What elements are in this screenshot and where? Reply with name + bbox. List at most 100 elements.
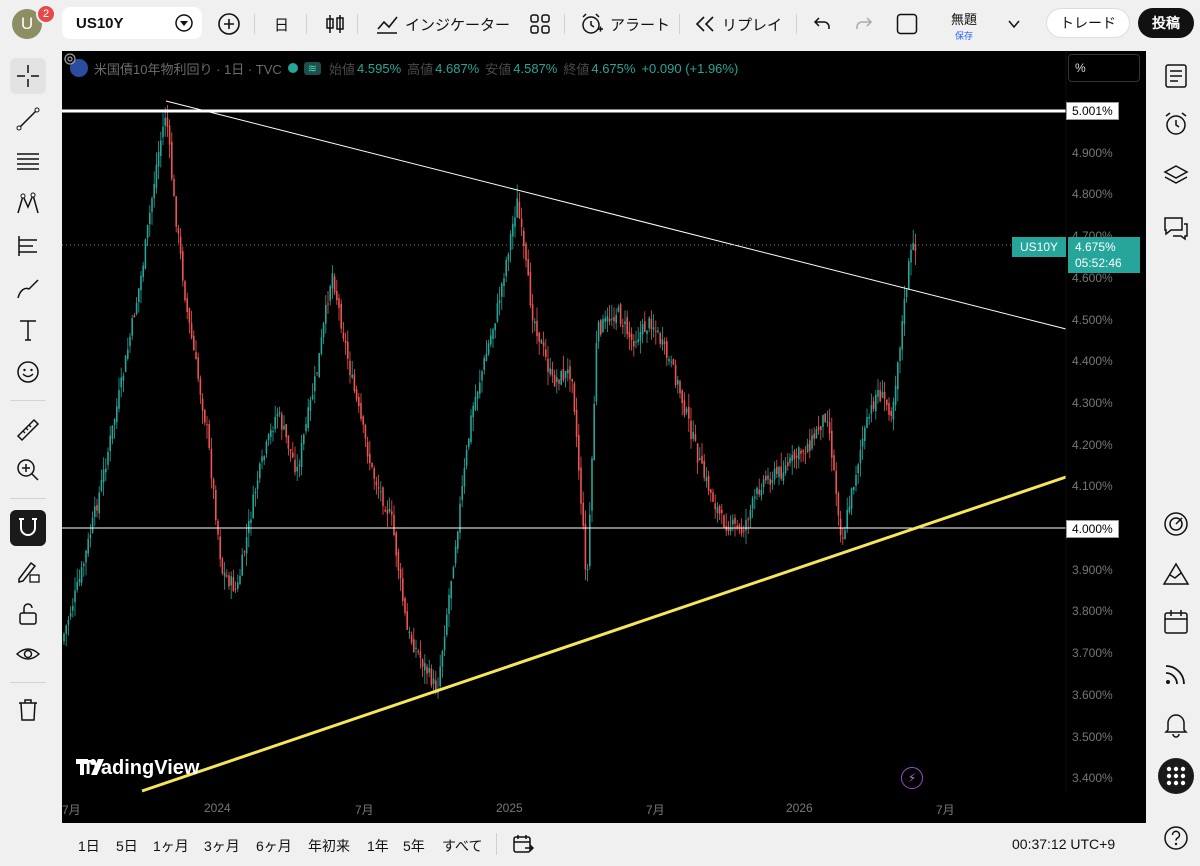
magnet-tool[interactable] — [10, 510, 46, 546]
emoji-tool[interactable] — [10, 354, 46, 390]
templates-button[interactable] — [530, 0, 550, 48]
candle-body — [496, 303, 499, 322]
resistance-trendline[interactable] — [165, 100, 1067, 330]
lightning-icon[interactable]: ⚡ — [901, 767, 923, 789]
candle-body — [824, 413, 826, 422]
range-5d[interactable]: 5日 — [116, 836, 138, 856]
chevron-down-icon — [1008, 20, 1020, 29]
candle-body — [892, 401, 895, 420]
candle-body — [670, 361, 672, 363]
layout-name[interactable]: 無題 保存 — [946, 9, 982, 42]
range-ytd[interactable]: 年初来 — [308, 836, 350, 856]
candle-body — [329, 286, 331, 301]
forecast-tool[interactable] — [10, 228, 46, 264]
price-tick-label: 3.700% — [1072, 646, 1113, 661]
wave-icon[interactable]: ≋ — [303, 61, 322, 75]
scale-mode-button[interactable]: % — [1068, 54, 1140, 82]
fullscreen-button[interactable] — [896, 0, 918, 48]
trendline-tool[interactable] — [10, 101, 46, 137]
range-5y[interactable]: 5年 — [403, 836, 425, 856]
pattern-tool[interactable] — [10, 186, 46, 222]
help-button[interactable] — [1160, 822, 1192, 854]
undo-button[interactable] — [812, 0, 832, 48]
candle-body — [289, 449, 292, 451]
candle-body — [322, 323, 325, 338]
candle-body — [525, 243, 527, 261]
candle-body — [102, 469, 105, 483]
news-feed-button[interactable] — [1160, 658, 1192, 690]
candle-body — [276, 413, 279, 417]
post-button[interactable]: 投稿 — [1138, 8, 1194, 38]
candle-body — [485, 353, 488, 362]
symbol-search[interactable]: US10Y — [62, 7, 202, 39]
delete-tool[interactable] — [10, 692, 46, 728]
range-all[interactable]: すべて — [442, 836, 482, 856]
fib-tool[interactable] — [10, 143, 46, 179]
goto-date-button[interactable] — [512, 833, 535, 858]
calendar-button[interactable] — [1160, 606, 1192, 638]
lock-drawings-tool[interactable] — [10, 554, 46, 590]
range-1d[interactable]: 1日 — [78, 836, 100, 856]
layout-menu-button[interactable] — [1008, 0, 1020, 48]
trade-button[interactable]: トレード — [1046, 8, 1130, 38]
candle-body — [234, 588, 237, 590]
chart-type-button[interactable] — [324, 0, 346, 48]
alarm-clock-icon — [582, 13, 603, 34]
notifications-button[interactable] — [1160, 708, 1192, 740]
alerts-panel-button[interactable] — [1160, 108, 1192, 140]
candle-body — [105, 468, 107, 473]
candle-body — [657, 330, 659, 333]
candle-body — [327, 303, 329, 305]
technicals-button[interactable] — [1160, 508, 1192, 540]
chart-canvas[interactable] — [62, 51, 1146, 823]
candle-body — [908, 261, 910, 290]
more-apps-button[interactable] — [1158, 758, 1194, 794]
candle-body — [622, 325, 624, 327]
candle-body — [338, 298, 340, 308]
ideas-button[interactable] — [1160, 558, 1192, 590]
candle-body — [817, 427, 820, 430]
price-tick-label: 4.100% — [1072, 479, 1113, 494]
chat-button[interactable] — [1160, 212, 1192, 244]
candle-body — [120, 377, 122, 388]
candle-body — [540, 339, 543, 344]
indicators-button[interactable]: インジケーター — [375, 0, 510, 48]
candle-body — [538, 332, 540, 342]
alert-button[interactable]: アラート — [580, 0, 670, 48]
settings-gear-icon[interactable] — [62, 51, 78, 67]
fib-retracement-icon — [17, 153, 39, 170]
candle-body — [171, 141, 173, 179]
crosshair-tool[interactable] — [10, 58, 46, 94]
compare-icon[interactable] — [174, 13, 194, 33]
watchlist-button[interactable] — [1160, 60, 1192, 92]
candle-body — [166, 117, 169, 127]
redo-button[interactable] — [854, 0, 874, 48]
price-chart[interactable]: 米国債10年物利回り · 1日 · TVC ≋ 始値 4.595% 高値 4.687… — [62, 51, 1146, 823]
object-tree-button[interactable] — [1160, 160, 1192, 192]
range-6m[interactable]: 6ヶ月 — [256, 836, 292, 856]
range-1y[interactable]: 1年 — [367, 836, 389, 856]
hide-tool[interactable] — [10, 636, 46, 672]
replay-button[interactable]: リプレイ — [694, 0, 782, 48]
timeframe-button[interactable]: 日 — [274, 0, 289, 48]
candle-body — [94, 506, 96, 517]
unlock-tool[interactable] — [10, 596, 46, 632]
add-symbol-button[interactable] — [217, 0, 241, 48]
support-trendline[interactable] — [141, 475, 1067, 793]
candle-body — [897, 362, 899, 390]
candle-body — [98, 492, 100, 514]
utc-clock[interactable]: 00:37:12 UTC+9 — [1012, 836, 1115, 852]
candle-body — [432, 678, 435, 684]
zoom-tool[interactable] — [10, 452, 46, 488]
range-3m[interactable]: 3ヶ月 — [204, 836, 240, 856]
candle-body — [342, 332, 345, 339]
range-1m[interactable]: 1ヶ月 — [153, 836, 189, 856]
brush-tool[interactable] — [10, 270, 46, 306]
ruler-tool[interactable] — [10, 412, 46, 448]
text-tool[interactable] — [10, 312, 46, 348]
candle-body — [659, 333, 661, 344]
layout-saved-status: 保存 — [954, 31, 973, 41]
candle-body — [523, 230, 525, 247]
candle-body — [820, 426, 822, 431]
candle-body — [481, 371, 483, 381]
